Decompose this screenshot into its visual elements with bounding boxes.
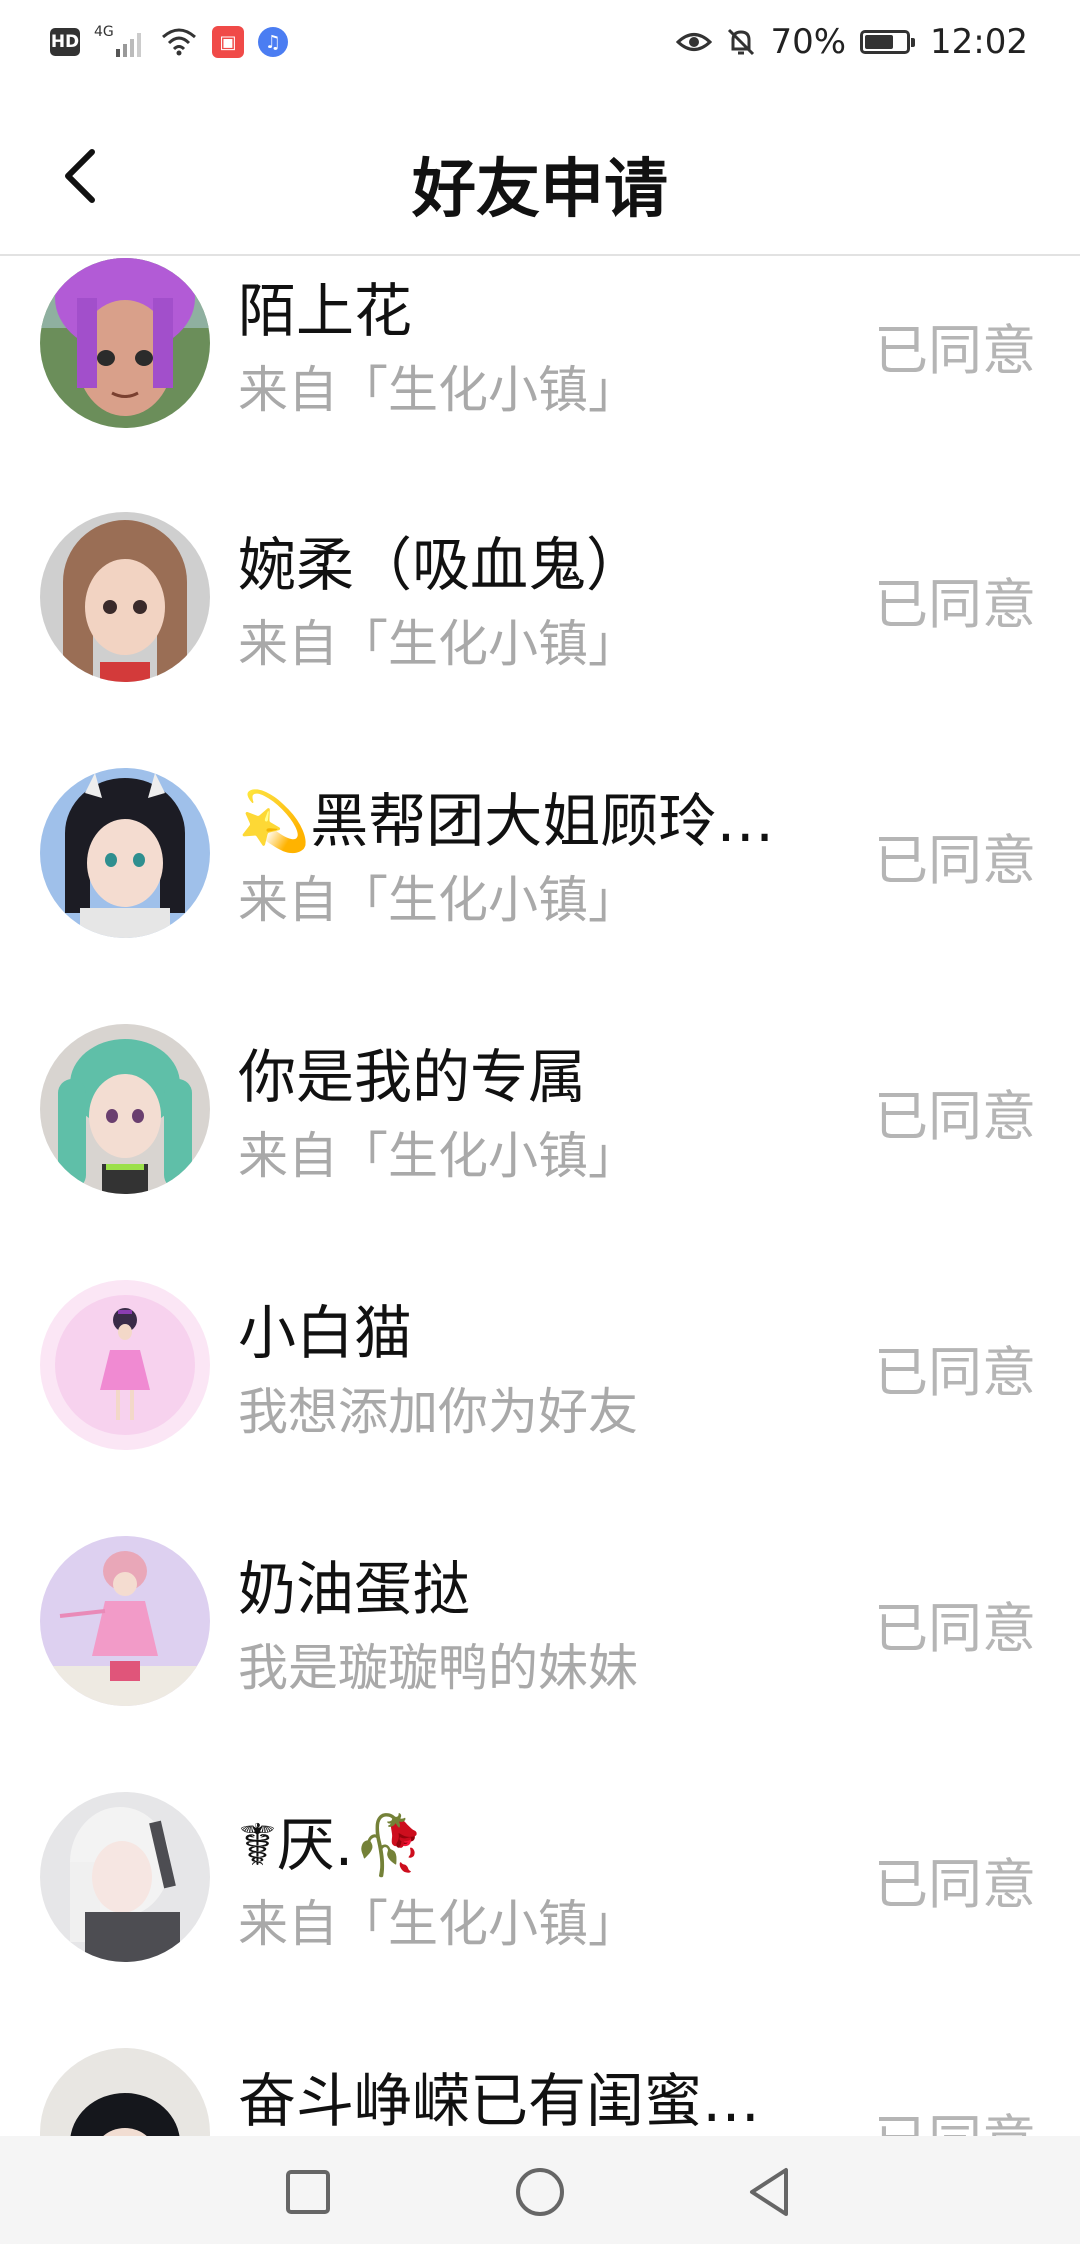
request-item[interactable]: ☤厌.🥀 来自「生化小镇」 已同意 [0, 1784, 1080, 2040]
request-item[interactable]: 你是我的专属 来自「生化小镇」 已同意 [0, 1016, 1080, 1272]
request-item[interactable]: 婉柔（吸血鬼） 来自「生化小镇」 已同意 [0, 504, 1080, 760]
friend-request-list[interactable]: 陌上花 来自「生化小镇」 已同意 婉柔（吸血鬼） 来自「生化小镇」 已同意 💫黑… [0, 256, 1080, 2136]
status-bar: HD 4G ▣ ♫ 70% 12:02 [0, 0, 1080, 96]
music-app-icon: ♫ [258, 27, 288, 57]
request-message: 我想添加你为好友 [238, 1383, 638, 1441]
avatar[interactable] [40, 1792, 210, 1962]
recent-apps-icon[interactable] [280, 2164, 336, 2220]
clock: 12:02 [930, 22, 1028, 62]
eye-icon [676, 33, 713, 51]
request-name: 奶油蛋挞 [238, 1555, 471, 1623]
request-item[interactable]: 陌上花 来自「生化小镇」 已同意 [0, 258, 1080, 514]
status-accepted: 已同意 [874, 319, 1036, 382]
status-accepted: 已同意 [874, 829, 1036, 892]
request-name: 小白猫 [238, 1299, 413, 1367]
avatar[interactable] [40, 1024, 210, 1194]
request-message: 来自「生化小镇」 [238, 615, 638, 673]
request-message: 来自「生化小镇」 [238, 1895, 638, 1953]
request-item[interactable]: 💫黑帮团大姐顾玲… 来自「生化小镇」 已同意 [0, 760, 1080, 1016]
back-icon[interactable] [742, 2164, 798, 2220]
request-name: 奋斗峥嵘已有闺蜜… [238, 2067, 761, 2135]
battery-icon [860, 30, 916, 54]
signal-icon: 4G [94, 25, 146, 57]
avatar[interactable] [40, 258, 210, 428]
status-right: 70% 12:02 [676, 22, 1028, 62]
hd-icon: HD [50, 28, 80, 56]
request-name: 婉柔（吸血鬼） [238, 531, 645, 599]
bell-off-icon [728, 28, 755, 56]
request-name: ☤厌.🥀 [238, 1811, 426, 1879]
status-accepted: 已同意 [874, 1341, 1036, 1404]
status-accepted: 已同意 [874, 1597, 1036, 1660]
request-message: 来自「生化小镇」 [238, 871, 638, 929]
request-message: 来自「生化小镇」 [238, 1127, 638, 1185]
request-item[interactable]: 奋斗峥嵘已有闺蜜… 已同意 [0, 2040, 1080, 2136]
avatar[interactable] [40, 768, 210, 938]
app-notification-icon: ▣ [212, 26, 244, 58]
system-nav-bar [0, 2136, 1080, 2244]
request-name: 你是我的专属 [238, 1043, 587, 1111]
avatar[interactable] [40, 2048, 210, 2136]
home-icon[interactable] [512, 2164, 568, 2220]
battery-percent: 70% [770, 22, 847, 62]
status-accepted: 已同意 [874, 1853, 1036, 1916]
request-name: 💫黑帮团大姐顾玲… [238, 787, 775, 855]
status-accepted: 已同意 [874, 573, 1036, 636]
avatar[interactable] [40, 1536, 210, 1706]
avatar[interactable] [40, 512, 210, 682]
request-message: 我是璇璇鸭的妹妹 [238, 1639, 638, 1697]
app-header: 好友申请 [0, 96, 1080, 256]
status-left: HD 4G ▣ ♫ [50, 25, 288, 58]
wifi-icon [162, 28, 196, 56]
request-message: 来自「生化小镇」 [238, 361, 638, 419]
request-item[interactable]: 奶油蛋挞 我是璇璇鸭的妹妹 已同意 [0, 1528, 1080, 1784]
status-accepted: 已同意 [874, 1085, 1036, 1148]
page-title: 好友申请 [412, 153, 668, 227]
request-item[interactable]: 小白猫 我想添加你为好友 已同意 [0, 1272, 1080, 1528]
status-accepted: 已同意 [874, 2096, 1036, 2136]
avatar[interactable] [40, 1280, 210, 1450]
request-name: 陌上花 [238, 277, 413, 345]
